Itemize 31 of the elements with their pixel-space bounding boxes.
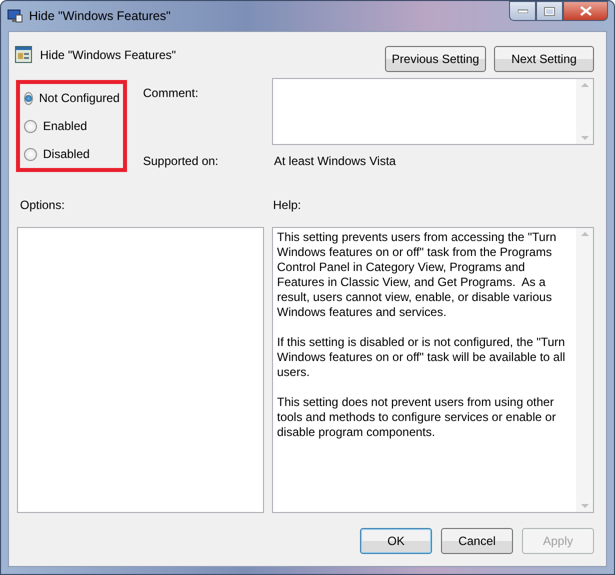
radio-option[interactable]: Not Configured [24,89,117,107]
help-paragraph: This setting does not prevent users from using other tools and methods to configure services or enable or disable program components. [277,395,557,440]
radio-button[interactable] [24,92,33,104]
comment-label: Comment: [142,85,200,102]
close-button[interactable] [563,1,608,21]
help-paragraph: If this setting is disabled or is not configured, the "Turn Windows features on or off" task will be available to all users. [277,335,566,380]
radio-option[interactable]: Enabled [24,117,117,135]
previous-setting-button[interactable]: Previous Setting [385,46,486,72]
next-setting-button[interactable]: Next Setting [494,46,594,72]
maximize-icon [544,6,555,16]
setting-title: Hide "Windows Features" [40,47,176,64]
close-icon [580,6,592,16]
scrollbar[interactable] [576,228,593,512]
supported-on-value: At least Windows Vista [273,153,396,170]
ok-button[interactable]: OK [360,528,432,554]
minimize-button[interactable] [509,1,536,21]
window-title: Hide "Windows Features" [29,8,171,25]
supported-on-label: Supported on: [142,153,220,170]
app-icon [7,8,23,24]
help-paragraph: This setting prevents users from accessing the "Turn Windows features on or off" task from the Programs Control Panel in Category View, Programs and Features in Classic View, and Get Programs. As a result, users cannot view, enable, or disable various Windows features and services. [277,230,558,320]
maximize-button[interactable] [536,1,563,21]
comment-field[interactable] [272,78,594,145]
minimize-icon [518,9,528,13]
scrollbar[interactable] [576,79,593,144]
help-label: Help: [272,197,302,214]
radio-button[interactable] [24,148,37,160]
cancel-button[interactable]: Cancel [441,528,513,554]
policy-icon [15,46,32,63]
radio-option[interactable]: Disabled [24,145,117,163]
options-label: Options: [19,197,65,214]
radio-button[interactable] [24,120,37,132]
